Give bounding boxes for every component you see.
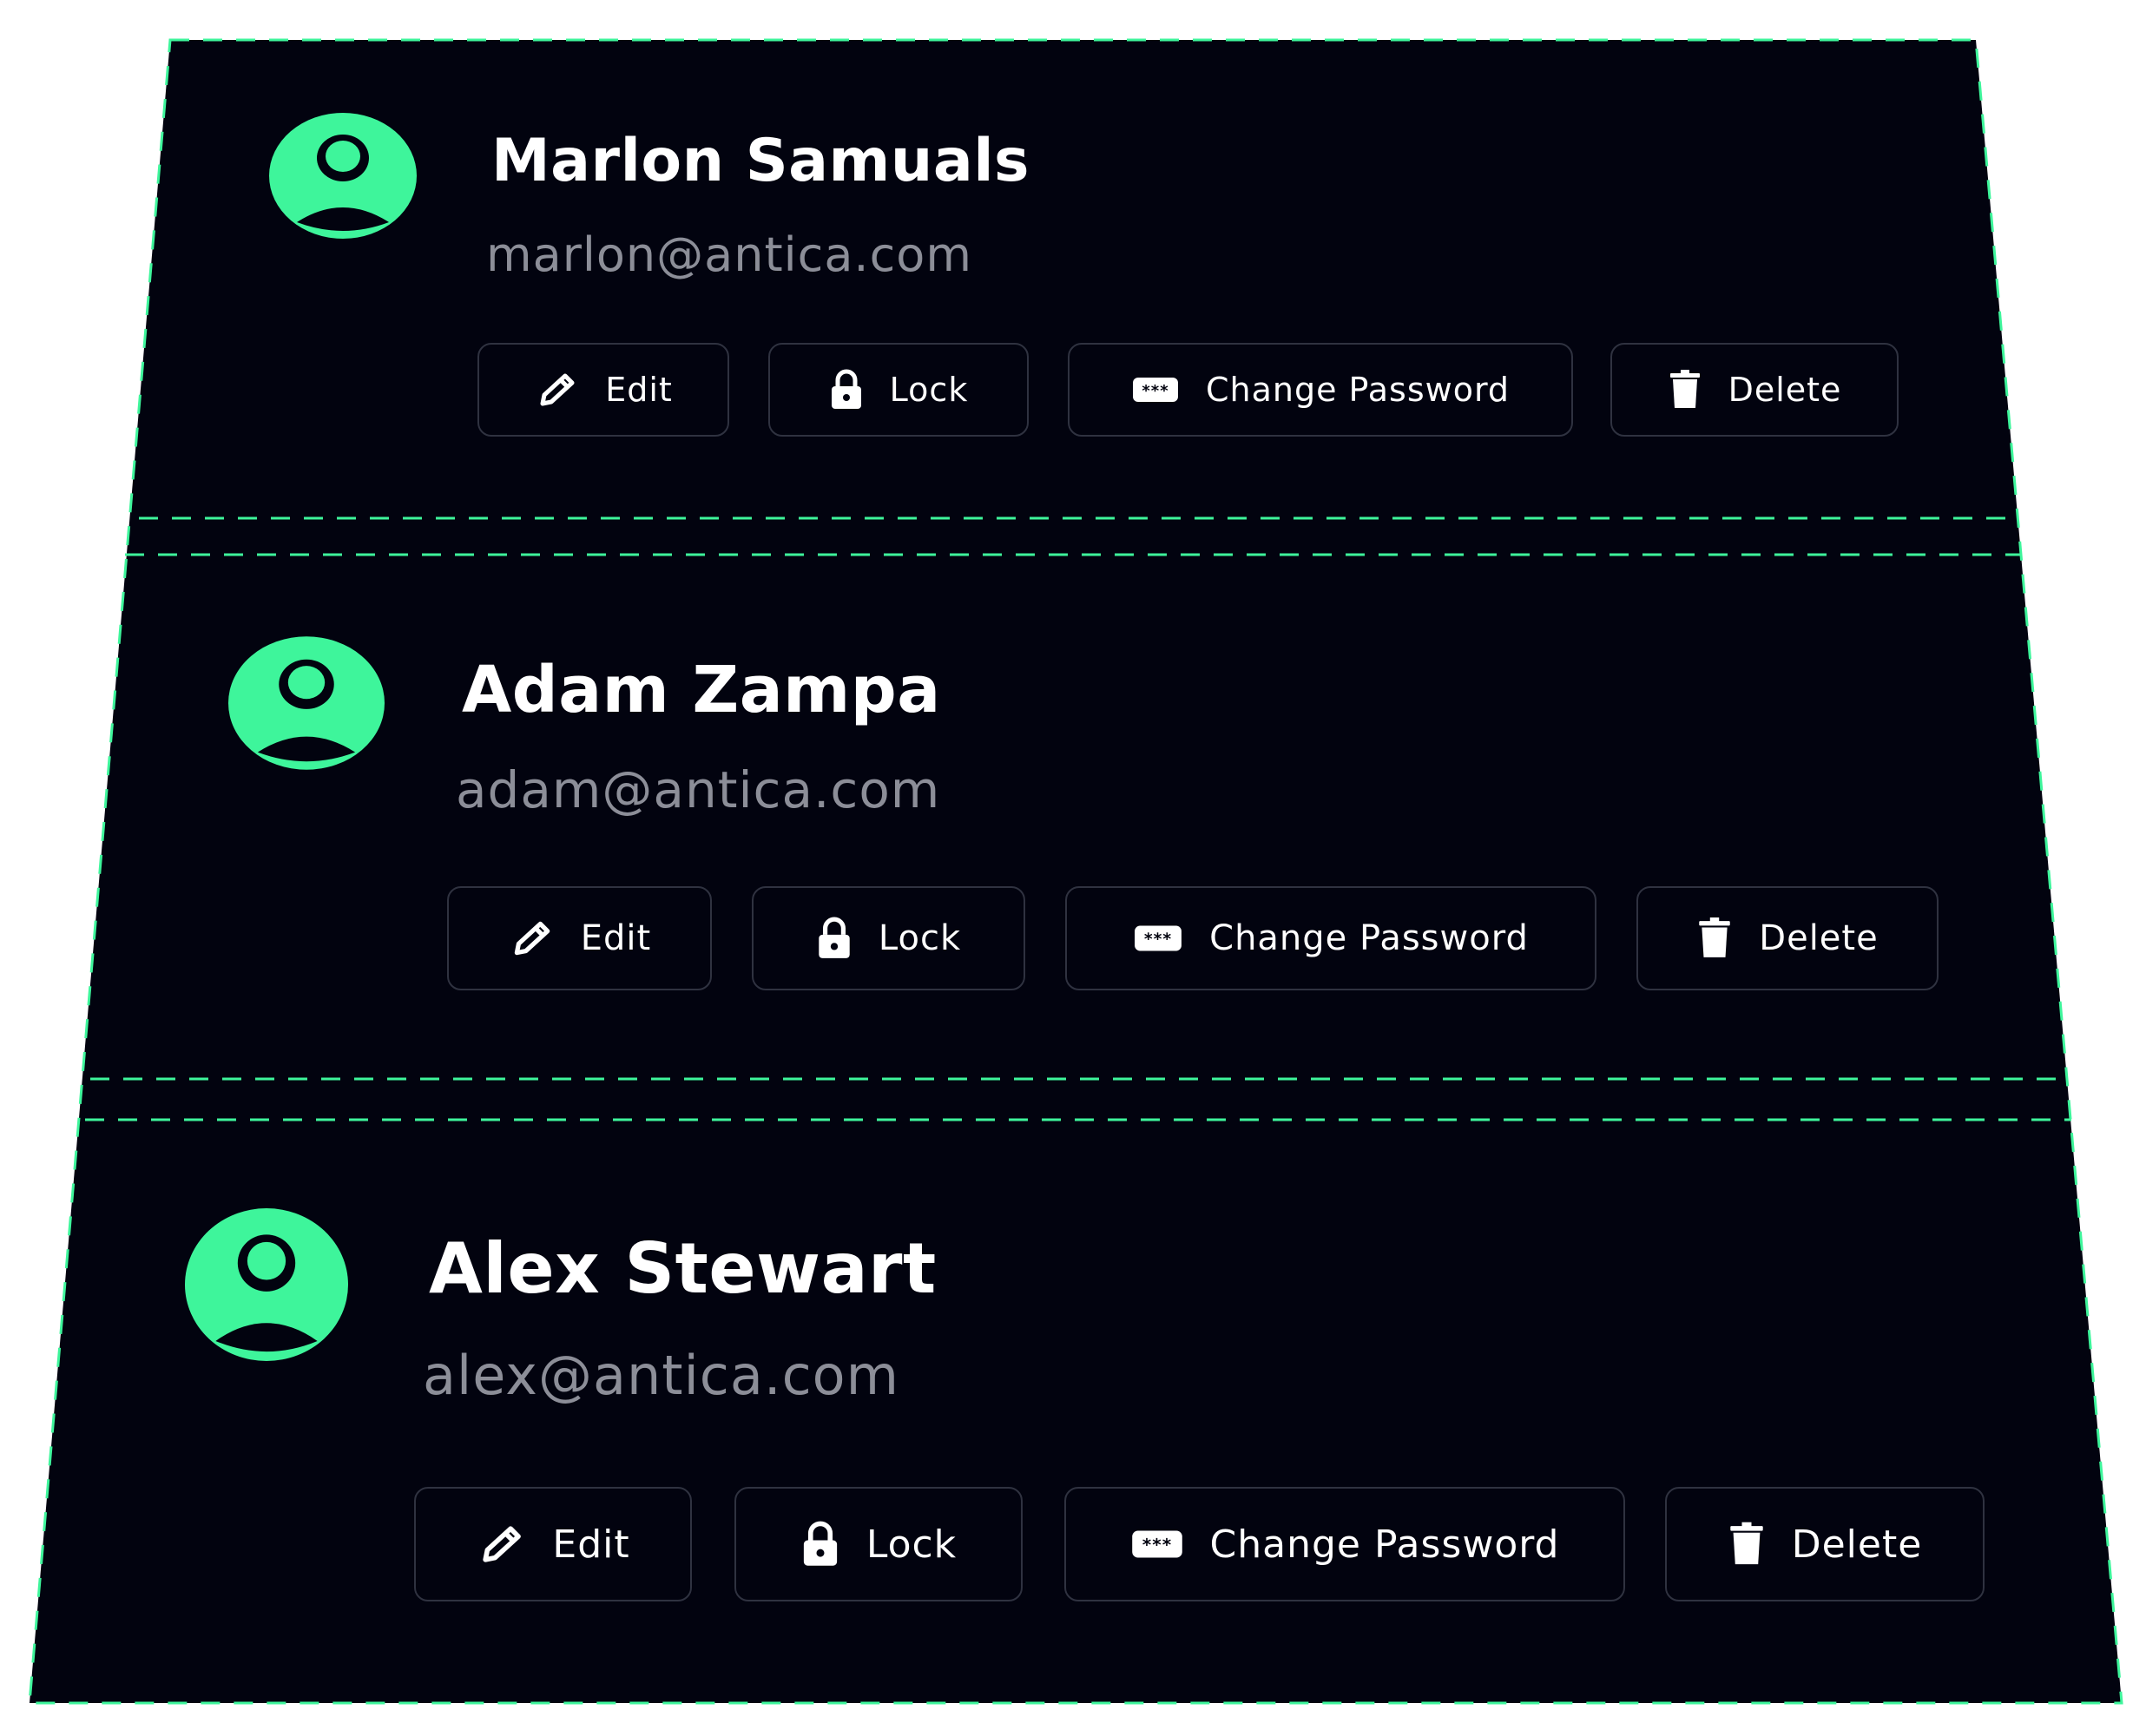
user-name: Marlon Samuals (491, 127, 1030, 195)
user-avatar-icon (269, 113, 417, 239)
pencil-icon (508, 918, 555, 958)
lock-button[interactable]: Lock (734, 1487, 1023, 1601)
edit-button[interactable]: Edit (447, 886, 712, 990)
delete-label: Delete (1791, 1522, 1923, 1567)
user-email: marlon@antica.com (486, 227, 972, 282)
trash-icon (1696, 917, 1733, 959)
change-password-button[interactable]: *** Change Password (1065, 886, 1596, 990)
lock-icon (829, 369, 864, 411)
edit-label: Edit (580, 918, 652, 958)
password-icon: *** (1133, 922, 1183, 955)
edit-label: Edit (552, 1522, 630, 1567)
change-password-label: Change Password (1205, 371, 1511, 409)
user-list-panel: Marlon Samuals marlon@antica.com Edit Lo… (0, 0, 2146, 1736)
delete-label: Delete (1759, 918, 1879, 958)
change-password-label: Change Password (1209, 918, 1529, 958)
user-name: Alex Stewart (429, 1228, 937, 1309)
pencil-icon (534, 371, 579, 409)
change-password-button[interactable]: *** Change Password (1064, 1487, 1625, 1601)
delete-button[interactable]: Delete (1636, 886, 1939, 990)
change-password-label: Change Password (1209, 1522, 1560, 1567)
edit-label: Edit (605, 371, 673, 409)
user-email: adam@antica.com (456, 760, 941, 819)
panel-background (28, 38, 2123, 1705)
lock-label: Lock (866, 1522, 958, 1567)
trash-icon (1728, 1522, 1766, 1567)
delete-label: Delete (1728, 371, 1842, 409)
pencil-icon (476, 1522, 526, 1566)
svg-text:***: *** (1142, 382, 1168, 400)
svg-text:***: *** (1144, 930, 1172, 949)
delete-button[interactable]: Delete (1665, 1487, 1985, 1601)
lock-button[interactable]: Lock (768, 343, 1029, 437)
user-name: Adam Zampa (462, 653, 941, 727)
edit-button[interactable]: Edit (477, 343, 729, 437)
delete-button[interactable]: Delete (1610, 343, 1899, 437)
lock-label: Lock (889, 371, 969, 409)
lock-button[interactable]: Lock (752, 886, 1025, 990)
password-icon: *** (1131, 374, 1180, 405)
lock-icon (816, 917, 852, 960)
lock-icon (800, 1521, 840, 1568)
trash-icon (1668, 370, 1702, 410)
user-email: alex@antica.com (423, 1344, 899, 1407)
lock-label: Lock (878, 918, 962, 958)
svg-text:***: *** (1142, 1535, 1172, 1555)
password-icon: *** (1130, 1527, 1184, 1562)
user-avatar-icon (185, 1208, 348, 1361)
change-password-button[interactable]: *** Change Password (1068, 343, 1573, 437)
user-avatar-icon (228, 636, 385, 770)
edit-button[interactable]: Edit (414, 1487, 692, 1601)
